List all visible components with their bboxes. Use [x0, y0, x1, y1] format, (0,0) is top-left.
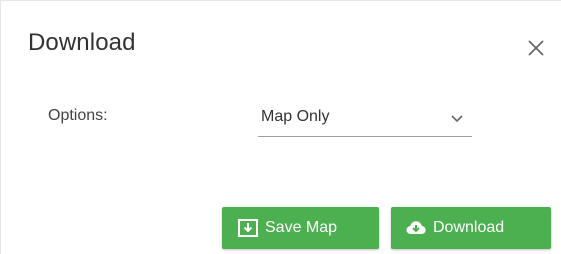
download-label: Download	[433, 219, 505, 236]
chevron-down-icon	[451, 115, 463, 123]
download-dialog: Download Options: Map Only Save Map Down…	[0, 0, 561, 254]
download-button[interactable]: Download	[391, 207, 551, 249]
close-button[interactable]	[525, 37, 547, 59]
save-map-button[interactable]: Save Map	[222, 207, 379, 249]
save-download-icon	[237, 217, 259, 239]
close-icon	[528, 40, 544, 56]
save-map-label: Save Map	[265, 219, 338, 236]
cloud-download-icon	[405, 217, 427, 239]
options-select-value: Map Only	[261, 108, 330, 125]
options-label: Options:	[48, 107, 108, 124]
options-select[interactable]: Map Only	[258, 97, 472, 137]
dialog-title: Download	[28, 29, 136, 56]
